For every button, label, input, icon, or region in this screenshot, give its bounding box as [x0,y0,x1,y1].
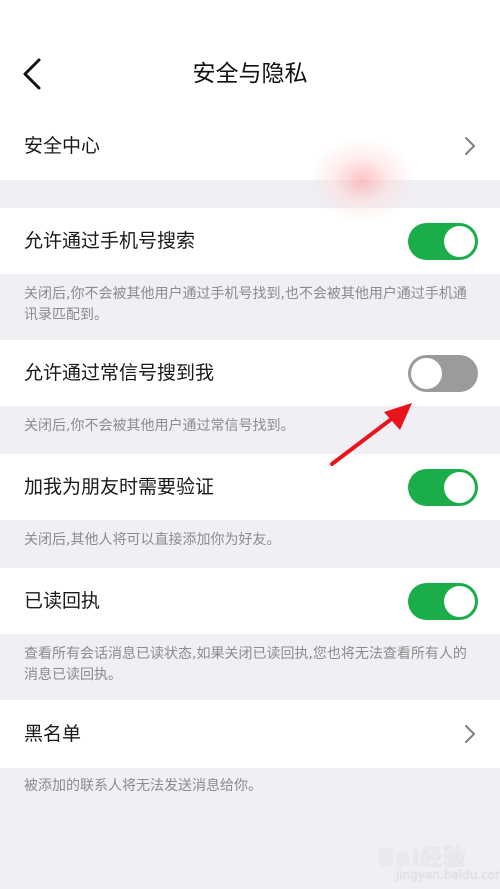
baidu-watermark: Bai经验 jingyan.baidu.com [378,828,500,886]
security-privacy-page: 安全与隐私 安全中心 允许通过手机号搜索 关闭后,你不会被其他用户通过手机号找到… [0,0,500,889]
friend-verify-row: 加我为朋友时需要验证 [0,454,500,520]
chevron-right-icon [462,134,478,158]
friend-verify-toggle[interactable] [408,468,478,506]
phone-search-label: 允许通过手机号搜索 [24,230,196,252]
friend-verify-label: 加我为朋友时需要验证 [24,476,215,498]
blacklist-label: 黑名单 [24,723,82,745]
read-receipt-toggle[interactable] [408,582,478,620]
read-receipt-desc: 查看所有会话消息已读状态,如果关闭已读回执,您也将无法查看所有人的消息已读回执。 [24,646,467,683]
friend-verify-desc: 关闭后,其他人将可以直接添加你为好友。 [24,532,281,548]
redaction-blur [312,140,412,220]
read-receipt-label: 已读回执 [24,590,101,612]
blacklist-row[interactable]: 黑名单 [0,700,500,768]
watermark-sub: jingyan.baidu.com [396,868,500,882]
phone-search-row: 允许通过手机号搜索 [0,208,500,274]
id-search-toggle[interactable] [408,354,478,392]
blacklist-desc: 被添加的联系人将无法发送消息给你。 [24,778,262,794]
chevron-right-icon [462,722,478,746]
security-center-row[interactable]: 安全中心 [0,112,500,180]
id-search-label: 允许通过常信号搜到我 [24,362,215,384]
read-receipt-row: 已读回执 [0,568,500,634]
id-search-row: 允许通过常信号搜到我 [0,340,500,406]
toggle-knob [411,357,442,389]
annotation-arrow-icon [330,403,412,466]
toggle-knob [444,585,475,617]
toggle-knob [444,225,475,257]
page-title: 安全与隐私 [192,61,308,87]
toggle-knob [444,471,475,503]
nav-header: 安全与隐私 [0,0,500,112]
phone-search-desc: 关闭后,你不会被其他用户通过手机号找到,也不会被其他用户通过手机通讯录匹配到。 [24,286,467,323]
phone-search-toggle[interactable] [408,222,478,260]
